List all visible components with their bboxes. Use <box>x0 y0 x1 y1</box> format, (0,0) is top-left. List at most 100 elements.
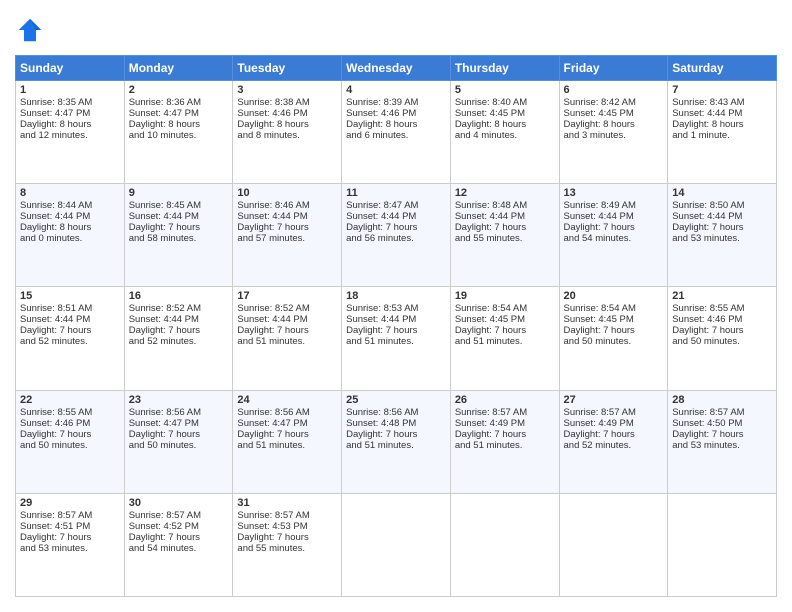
cell-info-line: Sunset: 4:52 PM <box>129 521 229 532</box>
cell-info-line: Daylight: 7 hours <box>237 429 337 440</box>
cell-info-line: Sunrise: 8:57 AM <box>564 407 664 418</box>
cell-info-line: Daylight: 8 hours <box>20 222 120 233</box>
day-number: 29 <box>20 497 120 509</box>
cell-info-line: Sunset: 4:44 PM <box>129 314 229 325</box>
cell-info-line: Sunrise: 8:54 AM <box>564 303 664 314</box>
cell-info-line: Sunset: 4:46 PM <box>672 314 772 325</box>
cell-info-line: and 4 minutes. <box>455 130 555 141</box>
calendar-cell: 21Sunrise: 8:55 AMSunset: 4:46 PMDayligh… <box>668 287 777 390</box>
cell-info-line: Daylight: 7 hours <box>455 325 555 336</box>
calendar-cell: 19Sunrise: 8:54 AMSunset: 4:45 PMDayligh… <box>450 287 559 390</box>
cell-info-line: Sunset: 4:44 PM <box>346 314 446 325</box>
calendar-cell: 9Sunrise: 8:45 AMSunset: 4:44 PMDaylight… <box>124 184 233 287</box>
cell-info-line: Sunrise: 8:39 AM <box>346 97 446 108</box>
cell-info-line: Daylight: 7 hours <box>346 429 446 440</box>
day-number: 11 <box>346 187 446 199</box>
cell-info-line: and 1 minute. <box>672 130 772 141</box>
cell-info-line: and 51 minutes. <box>237 336 337 347</box>
cell-info-line: Sunset: 4:47 PM <box>129 418 229 429</box>
day-number: 31 <box>237 497 337 509</box>
cell-info-line: Sunrise: 8:42 AM <box>564 97 664 108</box>
calendar-cell: 14Sunrise: 8:50 AMSunset: 4:44 PMDayligh… <box>668 184 777 287</box>
day-number: 4 <box>346 84 446 96</box>
calendar-cell: 28Sunrise: 8:57 AMSunset: 4:50 PMDayligh… <box>668 390 777 493</box>
day-number: 16 <box>129 290 229 302</box>
cell-info-line: Daylight: 7 hours <box>564 429 664 440</box>
cell-info-line: and 53 minutes. <box>20 543 120 554</box>
cell-info-line: Daylight: 7 hours <box>346 325 446 336</box>
cell-info-line: Daylight: 7 hours <box>20 429 120 440</box>
cell-info-line: and 51 minutes. <box>237 440 337 451</box>
cell-info-line: Daylight: 7 hours <box>346 222 446 233</box>
cell-info-line: Sunrise: 8:57 AM <box>129 510 229 521</box>
cell-info-line: Daylight: 7 hours <box>20 325 120 336</box>
calendar-cell: 16Sunrise: 8:52 AMSunset: 4:44 PMDayligh… <box>124 287 233 390</box>
day-number: 20 <box>564 290 664 302</box>
cell-info-line: Sunset: 4:44 PM <box>129 211 229 222</box>
cell-info-line: Sunrise: 8:47 AM <box>346 200 446 211</box>
cell-info-line: Sunset: 4:44 PM <box>672 211 772 222</box>
cell-info-line: Sunset: 4:44 PM <box>564 211 664 222</box>
cell-info-line: and 50 minutes. <box>672 336 772 347</box>
weekday-header-monday: Monday <box>124 56 233 81</box>
cell-info-line: Sunset: 4:44 PM <box>346 211 446 222</box>
calendar-cell <box>559 493 668 596</box>
cell-info-line: Sunset: 4:44 PM <box>672 108 772 119</box>
weekday-header-sunday: Sunday <box>16 56 125 81</box>
cell-info-line: Daylight: 7 hours <box>129 532 229 543</box>
cell-info-line: Daylight: 8 hours <box>346 119 446 130</box>
cell-info-line: Sunrise: 8:46 AM <box>237 200 337 211</box>
cell-info-line: Sunset: 4:49 PM <box>564 418 664 429</box>
cell-info-line: Sunrise: 8:56 AM <box>346 407 446 418</box>
cell-info-line: and 57 minutes. <box>237 233 337 244</box>
calendar-cell: 22Sunrise: 8:55 AMSunset: 4:46 PMDayligh… <box>16 390 125 493</box>
cell-info-line: Sunrise: 8:52 AM <box>237 303 337 314</box>
cell-info-line: Sunset: 4:46 PM <box>346 108 446 119</box>
cell-info-line: and 52 minutes. <box>129 336 229 347</box>
cell-info-line: Sunrise: 8:55 AM <box>672 303 772 314</box>
cell-info-line: Sunset: 4:49 PM <box>455 418 555 429</box>
day-number: 14 <box>672 187 772 199</box>
cell-info-line: Sunset: 4:47 PM <box>20 108 120 119</box>
cell-info-line: and 53 minutes. <box>672 440 772 451</box>
day-number: 9 <box>129 187 229 199</box>
cell-info-line: Sunset: 4:50 PM <box>672 418 772 429</box>
week-row-5: 29Sunrise: 8:57 AMSunset: 4:51 PMDayligh… <box>16 493 777 596</box>
day-number: 19 <box>455 290 555 302</box>
calendar-cell: 11Sunrise: 8:47 AMSunset: 4:44 PMDayligh… <box>342 184 451 287</box>
cell-info-line: Sunrise: 8:56 AM <box>237 407 337 418</box>
cell-info-line: Daylight: 7 hours <box>237 532 337 543</box>
cell-info-line: Daylight: 8 hours <box>455 119 555 130</box>
logo-icon <box>15 15 45 45</box>
cell-info-line: and 53 minutes. <box>672 233 772 244</box>
day-number: 1 <box>20 84 120 96</box>
cell-info-line: and 52 minutes. <box>564 440 664 451</box>
calendar-cell: 18Sunrise: 8:53 AMSunset: 4:44 PMDayligh… <box>342 287 451 390</box>
weekday-header-saturday: Saturday <box>668 56 777 81</box>
day-number: 13 <box>564 187 664 199</box>
cell-info-line: and 51 minutes. <box>455 336 555 347</box>
calendar-table: SundayMondayTuesdayWednesdayThursdayFrid… <box>15 55 777 597</box>
cell-info-line: Sunset: 4:46 PM <box>237 108 337 119</box>
cell-info-line: Daylight: 8 hours <box>564 119 664 130</box>
page: SundayMondayTuesdayWednesdayThursdayFrid… <box>0 0 792 612</box>
day-number: 3 <box>237 84 337 96</box>
calendar-cell: 20Sunrise: 8:54 AMSunset: 4:45 PMDayligh… <box>559 287 668 390</box>
calendar-cell: 23Sunrise: 8:56 AMSunset: 4:47 PMDayligh… <box>124 390 233 493</box>
cell-info-line: Daylight: 7 hours <box>455 222 555 233</box>
calendar-cell: 13Sunrise: 8:49 AMSunset: 4:44 PMDayligh… <box>559 184 668 287</box>
cell-info-line: Sunrise: 8:40 AM <box>455 97 555 108</box>
calendar-cell: 12Sunrise: 8:48 AMSunset: 4:44 PMDayligh… <box>450 184 559 287</box>
day-number: 6 <box>564 84 664 96</box>
day-number: 10 <box>237 187 337 199</box>
cell-info-line: and 54 minutes. <box>129 543 229 554</box>
calendar-cell: 30Sunrise: 8:57 AMSunset: 4:52 PMDayligh… <box>124 493 233 596</box>
weekday-header-thursday: Thursday <box>450 56 559 81</box>
calendar-cell: 25Sunrise: 8:56 AMSunset: 4:48 PMDayligh… <box>342 390 451 493</box>
cell-info-line: Sunrise: 8:50 AM <box>672 200 772 211</box>
calendar-cell: 26Sunrise: 8:57 AMSunset: 4:49 PMDayligh… <box>450 390 559 493</box>
cell-info-line: and 55 minutes. <box>455 233 555 244</box>
day-number: 26 <box>455 394 555 406</box>
calendar-cell: 15Sunrise: 8:51 AMSunset: 4:44 PMDayligh… <box>16 287 125 390</box>
cell-info-line: Daylight: 7 hours <box>237 325 337 336</box>
